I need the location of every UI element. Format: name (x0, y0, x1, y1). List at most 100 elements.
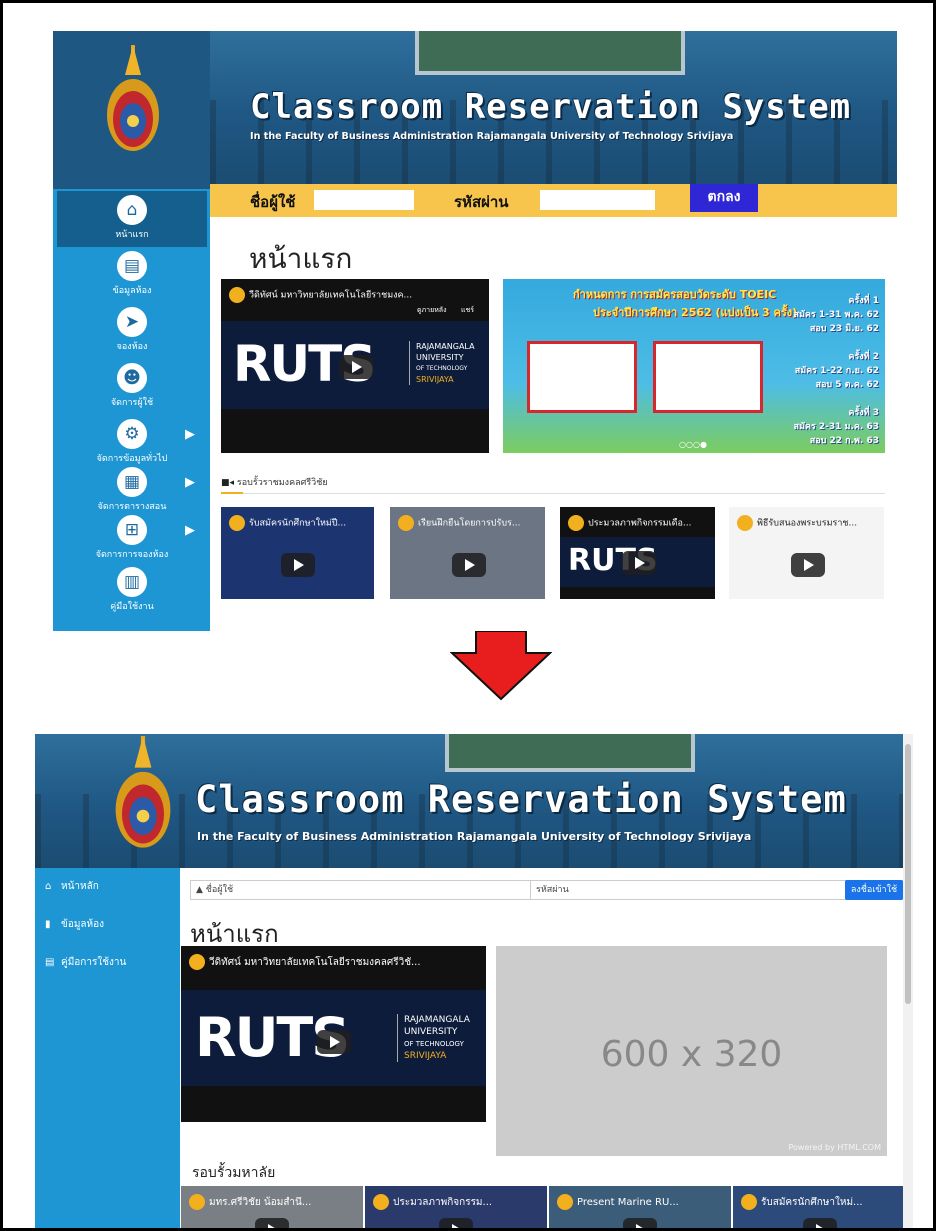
scrollbar-thumb[interactable] (905, 744, 911, 1004)
old-nav-room-info[interactable]: ▤ ข้อมูลห้อง (57, 247, 207, 303)
user-icon: ▲ (196, 885, 203, 895)
watch-later-label[interactable]: ดูภายหลัง (417, 305, 447, 316)
channel-avatar-icon (398, 515, 414, 531)
play-icon[interactable] (281, 553, 315, 577)
file-icon: ▮ (45, 919, 51, 930)
old-logo-area (53, 31, 210, 189)
old-news-video[interactable]: พิธีรับสนองพระบรมราช... (729, 507, 884, 599)
toeic-headline-2: ประจำปีการศึกษา 2562 (แบ่งเป็น 3 ครั้ง) (593, 306, 798, 319)
toeic-card (527, 341, 637, 413)
placeholder-powered-text: Powered by HTML.COM (788, 1143, 882, 1152)
channel-avatar-icon (373, 1194, 389, 1210)
new-news-video[interactable]: Present Marine RU... (549, 1186, 731, 1228)
old-password-label: รหัสผ่าน (454, 193, 509, 211)
uni-line: RAJAMANGALA (404, 1015, 470, 1025)
old-nav-label: ข้อมูลห้อง (112, 286, 152, 296)
play-icon[interactable] (452, 553, 486, 577)
old-news-video[interactable]: ประมวลภาพกิจกรรมเดือ... RUTS (560, 507, 715, 599)
new-main-video-caption-row: วีดิทัศน์ มหาวิทยาลัยเทคโนโลยีราชมงคลศรี… (189, 954, 478, 970)
new-news-caption-row: มทร.ศรีวิชัย น้อมสำนึ... (189, 1194, 355, 1210)
old-news-caption: พิธีรับสนองพระบรมราช... (757, 518, 858, 529)
new-nav-label: คู่มือการใช้งาน (61, 957, 127, 968)
channel-avatar-icon (229, 515, 245, 531)
share-label[interactable]: แชร์ (461, 305, 474, 316)
play-icon[interactable] (803, 1218, 837, 1228)
round-line: สมัคร 1-22 ก.ย. 62 (794, 366, 879, 376)
old-submit-button[interactable]: ตกลง (690, 184, 758, 212)
new-uni-text: RAJAMANGALA UNIVERSITY OF TECHNOLOGY SRI… (397, 1014, 470, 1062)
old-news-caption: รับสมัครนักศึกษาใหม่ปี... (249, 518, 347, 529)
play-icon[interactable] (623, 1218, 657, 1228)
book-icon: ▥ (117, 567, 147, 597)
new-news-caption-row: ประมวลภาพกิจกรรม... (373, 1194, 539, 1210)
play-icon[interactable] (439, 1218, 473, 1228)
video-camera-icon: ■◂ (221, 478, 235, 488)
new-nav-manual[interactable]: ▤ คู่มือการใช้งาน (35, 944, 180, 982)
uni-line: OF TECHNOLOGY (416, 365, 468, 372)
round-line: สมัคร 1-31 พ.ค. 62 (793, 310, 879, 320)
old-page-title: หน้าแรก (249, 242, 353, 275)
old-uni-text: RAJAMANGALA UNIVERSITY OF TECHNOLOGY SRI… (409, 341, 475, 385)
old-main-video[interactable]: วีดิทัศน์ มหาวิทยาลัยเทคโนโลยีราชมงค... … (221, 279, 489, 453)
new-nav-home[interactable]: ⌂ หน้าหลัก (35, 868, 180, 906)
old-nav-manage-reserve[interactable]: ⊞ จัดการการจองห้อง ▶ (57, 511, 207, 567)
new-main-video[interactable]: วีดิทัศน์ มหาวิทยาลัยเทคโนโลยีราชมงคลศรี… (181, 946, 486, 1122)
old-nav-label: หน้าแรก (115, 230, 149, 240)
play-icon[interactable] (791, 553, 825, 577)
play-icon[interactable] (622, 551, 656, 575)
round-line: สมัคร 2-31 ม.ค. 63 (793, 422, 879, 432)
old-nav-label: จองห้อง (116, 342, 148, 352)
carousel-dots[interactable]: ○○○● (679, 440, 707, 449)
old-news-heading-text: รอบรั้วราชมงคลศรีวิชัย (236, 478, 328, 488)
old-nav-manual[interactable]: ▥ คู่มือใช้งาน (57, 563, 207, 619)
new-sidebar: ⌂ หน้าหลัก ▮ ข้อมูลห้อง ▤ คู่มือการใช้งาน (35, 868, 180, 1228)
new-login-bar: ▲ ชื่อผู้ใช้ รหัสผ่าน ลงชื่อเข้าใช้ (190, 880, 903, 900)
new-ui: Classroom Reservation System In the Facu… (35, 734, 913, 1228)
old-username-input[interactable] (314, 190, 414, 210)
placeholder-size-text: 600 x 320 (600, 1034, 783, 1075)
comparison-frame: Classroom Reservation System In the Facu… (0, 0, 936, 1231)
new-password-input[interactable]: รหัสผ่าน (531, 881, 846, 899)
play-icon[interactable] (317, 1030, 351, 1054)
new-nav-label: ข้อมูลห้อง (61, 919, 105, 930)
new-username-input[interactable]: ▲ ชื่อผู้ใช้ (191, 881, 531, 899)
channel-avatar-icon (189, 1194, 205, 1210)
old-news-heading: ■◂ รอบรั้วราชมงคลศรีวิชัย (221, 475, 328, 489)
old-nav-home[interactable]: ⌂ หน้าแรก (57, 191, 207, 247)
round-title: ครั้งที่ 2 (848, 352, 879, 362)
toeic-round-2: ครั้งที่ 2 สมัคร 1-22 ก.ย. 62 สอบ 5 ต.ค.… (795, 349, 879, 391)
new-news-video[interactable]: รับสมัครนักศึกษาใหม่... (733, 1186, 903, 1228)
old-nav-users[interactable]: ☻ จัดการผู้ใช้ (57, 359, 207, 415)
down-arrow-icon (450, 631, 552, 701)
play-icon[interactable] (339, 355, 373, 379)
new-news-caption: Present Marine RU... (577, 1197, 679, 1208)
round-title: ครั้งที่ 1 (848, 296, 879, 306)
old-nav-label: จัดการการจองห้อง (95, 550, 169, 560)
university-seal-icon (107, 45, 159, 151)
play-icon[interactable] (255, 1218, 289, 1228)
new-submit-button[interactable]: ลงชื่อเข้าใช้ (845, 880, 903, 900)
vertical-scrollbar[interactable] (903, 734, 913, 1228)
old-news-caption-row: ประมวลภาพกิจกรรมเดือ... (568, 515, 707, 531)
new-main-video-caption: วีดิทัศน์ มหาวิทยาลัยเทคโนโลยีราชมงคลศรี… (209, 957, 421, 968)
new-nav-room-info[interactable]: ▮ ข้อมูลห้อง (35, 906, 180, 944)
old-news-video[interactable]: รับสมัครนักศึกษาใหม่ปี... (221, 507, 374, 599)
new-banner-title: Classroom Reservation System (195, 778, 847, 821)
old-toeic-slide[interactable]: กำหนดการ การสมัครสอบวัดระดับ TOEIC ประจำ… (503, 279, 885, 453)
old-nav-label: คู่มือใช้งาน (110, 602, 154, 612)
old-news-video[interactable]: เรียนฝึกยืนโดยการปรับร... (390, 507, 545, 599)
old-password-input[interactable] (540, 190, 655, 210)
new-news-video[interactable]: ประมวลภาพกิจกรรม... (365, 1186, 547, 1228)
cursor-icon: ➤ (117, 307, 147, 337)
old-main-video-caption-row: วีดิทัศน์ มหาวิทยาลัยเทคโนโลยีราชมงค... (229, 287, 481, 303)
expand-arrow-icon: ▶ (185, 475, 195, 490)
university-seal-icon (115, 736, 171, 848)
old-nav-reserve[interactable]: ➤ จองห้อง (57, 303, 207, 359)
uni-line: SRIVIJAYA (416, 375, 454, 384)
user-gear-icon: ☻ (117, 363, 147, 393)
documents-icon: ▤ (117, 251, 147, 281)
new-news-video[interactable]: มทร.ศรีวิชัย น้อมสำนึ... (181, 1186, 363, 1228)
new-banner: Classroom Reservation System In the Facu… (35, 734, 913, 868)
round-line: สอบ 23 มิ.ย. 62 (809, 324, 879, 334)
schedule-icon: ▦ (117, 467, 147, 497)
